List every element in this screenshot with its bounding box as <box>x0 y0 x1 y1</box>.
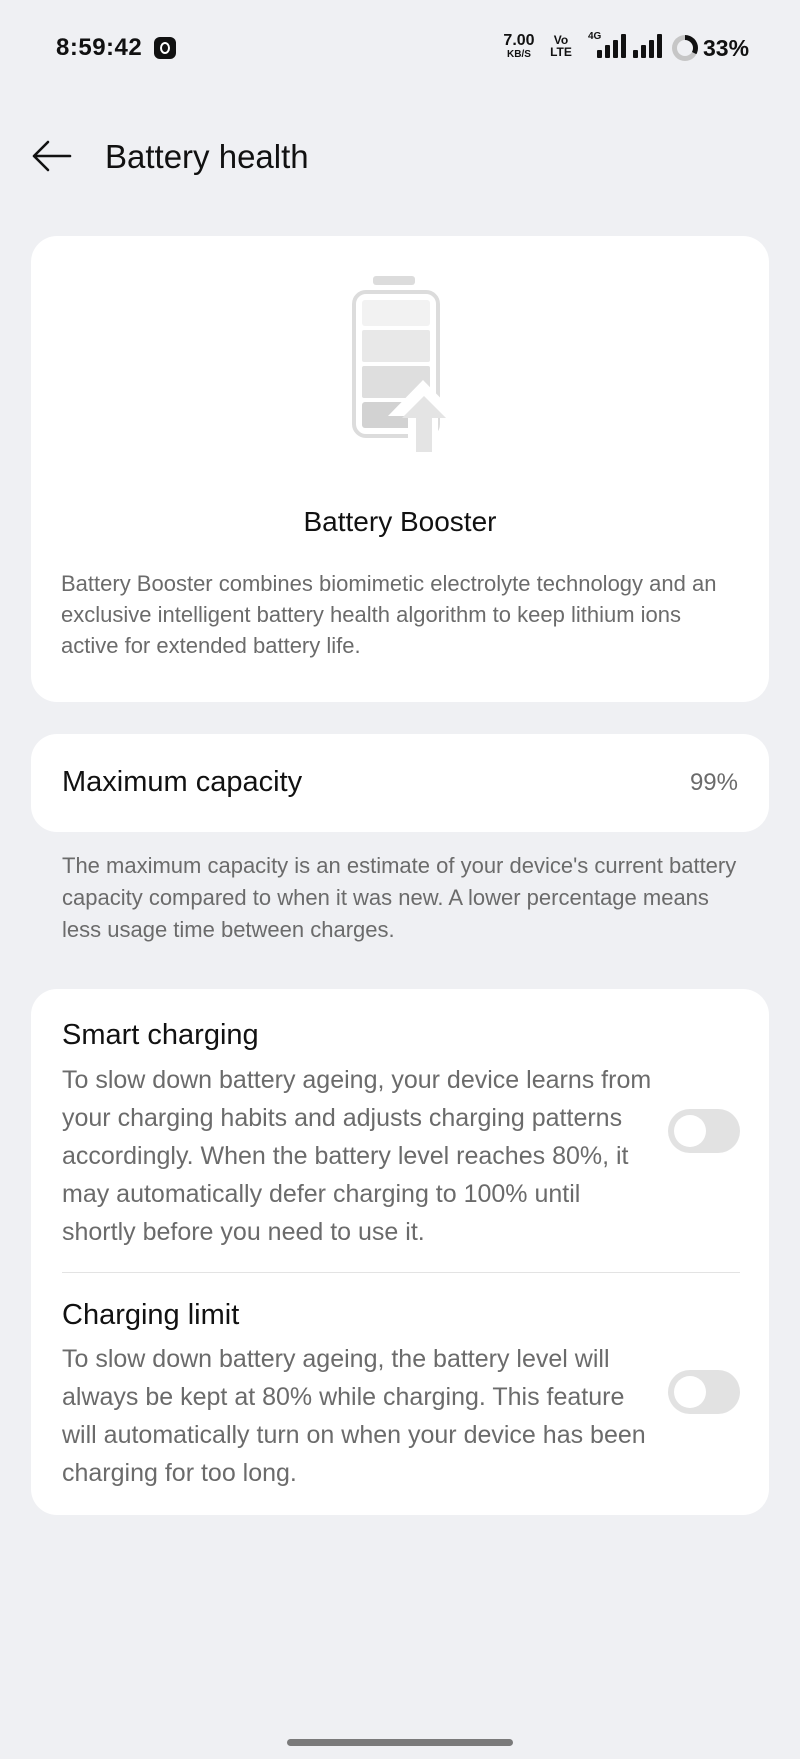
status-time: 8:59:42 <box>56 34 143 61</box>
app-notification-icon <box>154 37 176 59</box>
battery-percent: 33% <box>703 35 750 61</box>
maximum-capacity-row[interactable]: Maximum capacity 99% <box>31 734 769 832</box>
network-speed: 7.00 KB/S <box>499 33 539 60</box>
battery-ring-icon <box>672 35 698 61</box>
booster-title: Battery Booster <box>303 506 497 537</box>
toggle-knob <box>674 1115 706 1147</box>
maximum-capacity-description: The maximum capacity is an estimate of y… <box>62 853 737 942</box>
page-title: Battery health <box>105 138 309 175</box>
charging-settings-card: Smart charging To slow down battery agei… <box>31 989 769 1515</box>
charging-limit-description: To slow down battery ageing, the battery… <box>62 1345 646 1487</box>
arrow-left-icon[interactable] <box>30 138 74 174</box>
battery-health-screen: 8:59:42 7.00 KB/S Vo LTE 4G 33% Battery <box>0 0 800 1759</box>
volte-indicator: Vo LTE <box>545 34 577 58</box>
settings-divider <box>62 1272 740 1273</box>
booster-description: Battery Booster combines biomimetic elec… <box>61 571 717 658</box>
signal-strength-icon-sim2 <box>633 34 667 58</box>
status-bar: 8:59:42 7.00 KB/S Vo LTE 4G 33% <box>0 0 800 100</box>
home-indicator[interactable] <box>287 1739 513 1746</box>
maximum-capacity-value: 99% <box>689 769 738 796</box>
network-speed-unit: KB/S <box>507 49 531 60</box>
signal-strength-icon <box>597 34 631 58</box>
smart-charging-toggle[interactable] <box>668 1109 740 1153</box>
smart-charging-title: Smart charging <box>62 1019 259 1051</box>
smart-charging-description: To slow down battery ageing, your device… <box>62 1066 652 1246</box>
network-speed-value: 7.00 <box>503 32 535 49</box>
toggle-knob <box>674 1376 706 1408</box>
battery-booster-card: Battery Booster Battery Booster combines… <box>31 236 769 702</box>
maximum-capacity-label: Maximum capacity <box>62 766 303 798</box>
charging-limit-title: Charging limit <box>62 1299 240 1331</box>
volte-bottom-label: LTE <box>550 45 572 59</box>
battery-boost-icon <box>352 276 458 456</box>
charging-limit-toggle[interactable] <box>668 1370 740 1414</box>
